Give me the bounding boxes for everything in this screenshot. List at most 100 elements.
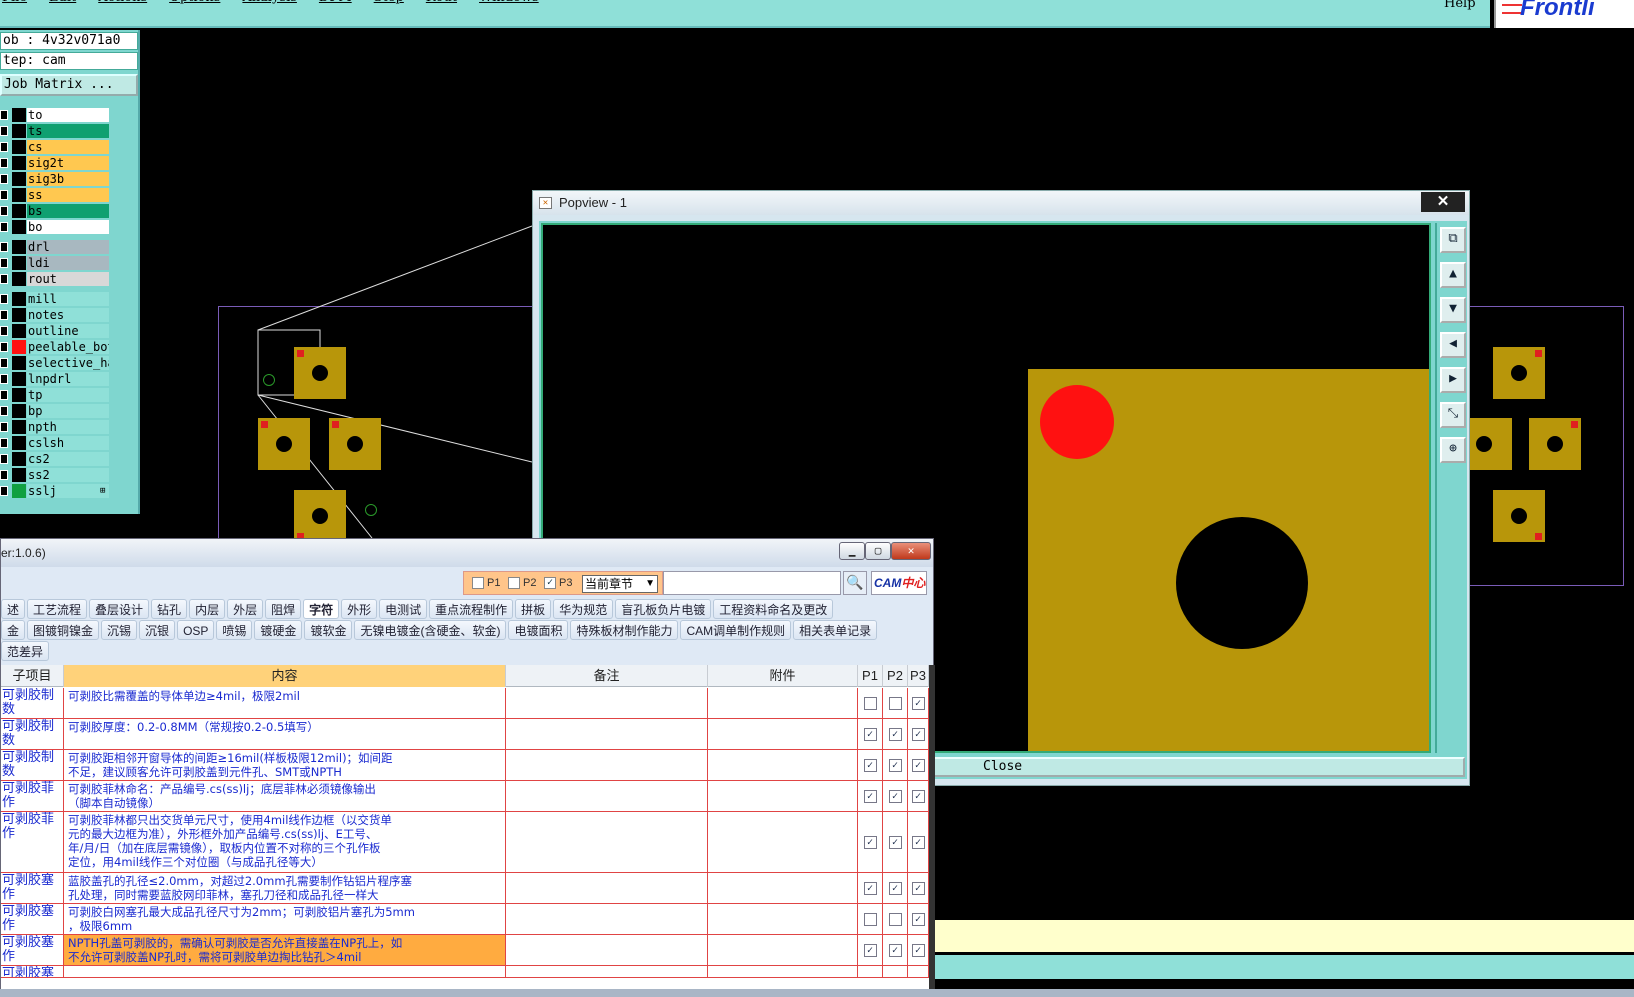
popview-close-icon[interactable]: ✕ [1421, 192, 1465, 212]
pan-right-icon[interactable]: ▶ [1440, 367, 1466, 393]
row-p2-checkbox[interactable]: ✓ [888, 835, 902, 849]
row-attachment[interactable] [708, 688, 858, 718]
search-icon[interactable]: 🔍 [843, 571, 867, 595]
tab[interactable]: 相关表单记录 [793, 620, 878, 640]
tab[interactable]: 工程资料命名及更改 [713, 599, 834, 619]
tab[interactable]: 无镍电镀金(含硬金、软金) [354, 620, 507, 640]
tab[interactable]: 钻孔 [151, 599, 188, 619]
table-row[interactable]: 可剥胶制 数可剥胶厚度：0.2-0.8MM（常规按0.2-0.5填写） ✓ ✓ ✓ [1, 719, 929, 750]
col-note[interactable]: 备注 [506, 665, 708, 687]
row-p3-checkbox[interactable]: ✓ [911, 912, 925, 926]
tab[interactable]: 外层 [227, 599, 264, 619]
pan-up-icon[interactable]: ▲ [1440, 262, 1466, 288]
tab[interactable]: 电测试 [379, 599, 428, 619]
pan-left-icon[interactable]: ◀ [1440, 332, 1466, 358]
row-attachment[interactable] [708, 873, 858, 903]
row-note[interactable] [506, 719, 708, 749]
row-p2-checkbox[interactable]: ✓ [888, 943, 902, 957]
row-p1-checkbox[interactable]: ✓ [863, 727, 877, 741]
tab[interactable]: OSP [177, 620, 215, 640]
row-attachment[interactable] [708, 935, 858, 965]
row-note[interactable] [506, 781, 708, 811]
row-note[interactable] [506, 688, 708, 718]
row-p2-checkbox[interactable]: ✓ [888, 789, 902, 803]
col-attachment[interactable]: 附件 [708, 665, 858, 687]
zoom-out-icon[interactable]: ⤡ [1440, 402, 1466, 428]
row-p3-checkbox[interactable]: ✓ [911, 881, 925, 895]
search-input[interactable] [663, 571, 841, 595]
table-row[interactable]: 可剥胶菲 作可剥胶菲林都只出交货单元尺寸，使用4mil线作边框（以交货单 元的最… [1, 812, 929, 873]
col-content[interactable]: 内容 [64, 665, 506, 687]
popview-titlebar[interactable]: ✕ Popview - 1 ✕ [533, 191, 1469, 215]
close-icon[interactable]: ✕ [891, 542, 931, 560]
tab[interactable]: 范差异 [1, 641, 50, 661]
row-p3-checkbox[interactable]: ✓ [911, 835, 925, 849]
row-p3-checkbox[interactable]: ✓ [911, 727, 925, 741]
col-p2[interactable]: P2 [883, 665, 908, 687]
tab[interactable]: 喷锡 [216, 620, 253, 640]
filter-p2-checkbox[interactable] [508, 577, 520, 589]
table-row[interactable]: 可剥胶塞 作 NPTH孔盖可剥胶的，需确认可剥胶是否允许直接盖在NP孔上，如 不允… [1, 935, 929, 966]
tab[interactable]: 沉锡 [101, 620, 138, 640]
row-note[interactable] [506, 873, 708, 903]
row-p1-checkbox[interactable]: ✓ [863, 758, 877, 772]
row-p1-checkbox[interactable]: ✓ [863, 835, 877, 849]
filter-p3-checkbox[interactable]: ✓ [544, 577, 556, 589]
table-row[interactable]: 可剥胶菲 作可剥胶菲林命名：产品编号.cs(ss)lj；底层菲林必须镜像输出 （… [1, 781, 929, 812]
tab[interactable]: 特殊板材制作能力 [570, 620, 679, 640]
row-p3-checkbox[interactable]: ✓ [911, 758, 925, 772]
tab[interactable]: 图镀铜镍金 [27, 620, 100, 640]
row-p3-checkbox[interactable]: ✓ [911, 943, 925, 957]
table-row[interactable]: 可剥胶塞 [1, 966, 929, 978]
tab[interactable]: 字符 [303, 599, 340, 619]
row-p2-checkbox[interactable] [888, 912, 902, 926]
row-note[interactable] [506, 812, 708, 872]
row-note[interactable] [506, 750, 708, 780]
row-attachment[interactable] [708, 966, 858, 977]
row-p2-checkbox[interactable]: ✓ [888, 727, 902, 741]
row-p1-checkbox[interactable] [863, 696, 877, 710]
row-p3-checkbox[interactable]: ✓ [911, 696, 925, 710]
row-attachment[interactable] [708, 812, 858, 872]
row-attachment[interactable] [708, 904, 858, 934]
row-p1-checkbox[interactable]: ✓ [863, 881, 877, 895]
tab[interactable]: 镀硬金 [254, 620, 303, 640]
tab[interactable]: 重点流程制作 [429, 599, 514, 619]
row-p1-checkbox[interactable]: ✓ [863, 789, 877, 803]
row-p2-checkbox[interactable] [888, 696, 902, 710]
tab[interactable]: 阻焊 [265, 599, 302, 619]
minimize-icon[interactable]: ▁ [839, 542, 865, 560]
zoom-window-icon[interactable]: ⧉ [1440, 227, 1466, 253]
filter-p1-checkbox[interactable] [472, 577, 484, 589]
row-attachment[interactable] [708, 750, 858, 780]
section-select[interactable]: 当前章节 ▼ [582, 575, 658, 593]
row-note[interactable] [506, 935, 708, 965]
tab[interactable]: 沉银 [139, 620, 176, 640]
zoom-in-icon[interactable]: ⊕ [1440, 437, 1466, 463]
tab[interactable]: 外形 [341, 599, 378, 619]
tab[interactable]: 金 [1, 620, 26, 640]
tab[interactable]: 华为规范 [553, 599, 614, 619]
row-p1-checkbox[interactable]: ✓ [863, 943, 877, 957]
row-note[interactable] [506, 966, 708, 977]
row-p2-checkbox[interactable]: ✓ [888, 758, 902, 772]
tab[interactable]: 述 [1, 599, 26, 619]
tab[interactable]: 叠层设计 [89, 599, 150, 619]
row-p3-checkbox[interactable]: ✓ [911, 789, 925, 803]
table-row[interactable]: 可剥胶塞 作可剥胶白网塞孔最大成品孔径尺寸为2mm；可剥胶铝片塞孔为5mm ，极… [1, 904, 929, 935]
col-subitem[interactable]: 子项目 [1, 665, 64, 687]
row-p2-checkbox[interactable]: ✓ [888, 881, 902, 895]
tab[interactable]: 内层 [189, 599, 226, 619]
tab[interactable]: CAM调单制作规则 [680, 620, 792, 640]
table-row[interactable]: 可剥胶制 数可剥胶比需覆盖的导体单边≥4mil，极限2mil ✓ [1, 688, 929, 719]
col-p1[interactable]: P1 [858, 665, 883, 687]
table-row[interactable]: 可剥胶制 数可剥胶距相邻开窗导体的间距≥16mil(样板极限12mil)；如间距… [1, 750, 929, 781]
tab[interactable]: 镀软金 [304, 620, 353, 640]
tab[interactable]: 拼板 [515, 599, 552, 619]
pan-down-icon[interactable]: ▼ [1440, 297, 1466, 323]
table-scrollbar[interactable] [929, 665, 935, 997]
tab[interactable]: 电镀面积 [508, 620, 569, 640]
tab[interactable]: 工艺流程 [27, 599, 88, 619]
col-p3[interactable]: P3 [908, 665, 929, 687]
row-attachment[interactable] [708, 719, 858, 749]
